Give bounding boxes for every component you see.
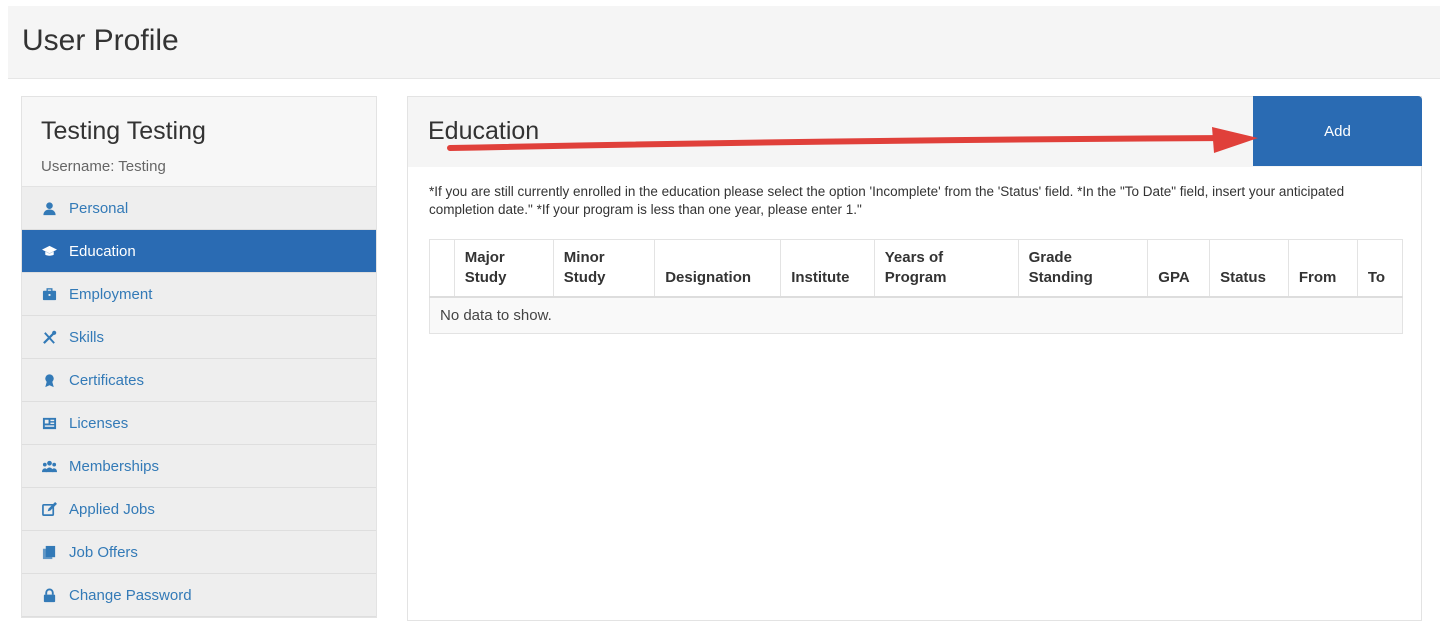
column-header-gpa[interactable]: GPA [1147,239,1211,298]
tools-icon [41,329,57,345]
sidebar-item-change-password[interactable]: Change Password [22,574,376,617]
sidebar-item-label: Change Password [69,586,192,604]
sidebar-nav: Personal Education Employment Skills Cer… [22,187,376,617]
sidebar-item-label: Personal [69,199,129,217]
profile-sidebar: Testing Testing Username: Testing Person… [21,96,377,618]
sidebar-item-personal[interactable]: Personal [22,187,376,230]
briefcase-icon [41,286,57,302]
page-title: User Profile [22,24,179,57]
column-header-from[interactable]: From [1288,239,1358,298]
red-arrow-annotation [447,127,1258,153]
sidebar-item-job-offers[interactable]: Job Offers [22,531,376,574]
column-header-status[interactable]: Status [1209,239,1289,298]
education-table: Major Study Minor Study Designation Inst… [429,239,1404,334]
sidebar-item-label: Certificates [69,371,145,389]
sidebar-item-label: Education [69,242,136,260]
column-header-institute[interactable]: Institute [780,239,875,298]
users-icon [41,458,57,474]
sidebar-item-memberships[interactable]: Memberships [22,445,376,488]
education-table-wrap: Major Study Minor Study Designation Inst… [429,239,1404,334]
sidebar-item-applied-jobs[interactable]: Applied Jobs [22,488,376,531]
lock-icon [41,587,57,603]
user-icon [41,200,57,216]
certificate-icon [41,372,57,388]
sidebar-item-licenses[interactable]: Licenses [22,402,376,445]
column-header-blank [429,239,455,298]
profile-header: Testing Testing Username: Testing [22,97,376,187]
sidebar-item-label: Job Offers [69,543,138,561]
sidebar-item-label: Licenses [69,414,129,432]
add-button[interactable]: Add [1253,96,1422,166]
license-icon [41,415,57,431]
sidebar-item-label: Applied Jobs [69,500,155,518]
education-notice: *If you are still currently enrolled in … [429,184,1345,217]
column-header-grade-standing[interactable]: Grade Standing [1018,239,1149,298]
column-header-years-of-program[interactable]: Years of Program [874,239,1019,298]
sidebar-item-education[interactable]: Education [22,230,376,273]
profile-name: Testing Testing [41,117,206,145]
empty-table-message: No data to show. [429,296,1403,334]
table-row: No data to show. [429,296,1403,334]
column-header-minor-study[interactable]: Minor Study [553,239,656,298]
sidebar-item-label: Memberships [69,457,160,475]
sidebar-item-label: Employment [69,285,153,303]
column-header-designation[interactable]: Designation [654,239,782,298]
column-header-major-study[interactable]: Major Study [454,239,554,298]
column-header-to[interactable]: To [1357,239,1404,298]
sidebar-item-certificates[interactable]: Certificates [22,359,376,402]
copy-icon [41,544,57,560]
sidebar-item-label: Skills [69,328,105,346]
education-panel: Education Add *If you are still currentl… [407,96,1422,621]
profile-username: Username: Testing [41,158,166,175]
graduation-cap-icon [41,243,57,259]
table-header-row: Major Study Minor Study Designation Inst… [429,239,1404,298]
sidebar-item-skills[interactable]: Skills [22,316,376,359]
page-header: User Profile [8,6,1440,79]
edit-icon [41,501,57,517]
sidebar-item-employment[interactable]: Employment [22,273,376,316]
